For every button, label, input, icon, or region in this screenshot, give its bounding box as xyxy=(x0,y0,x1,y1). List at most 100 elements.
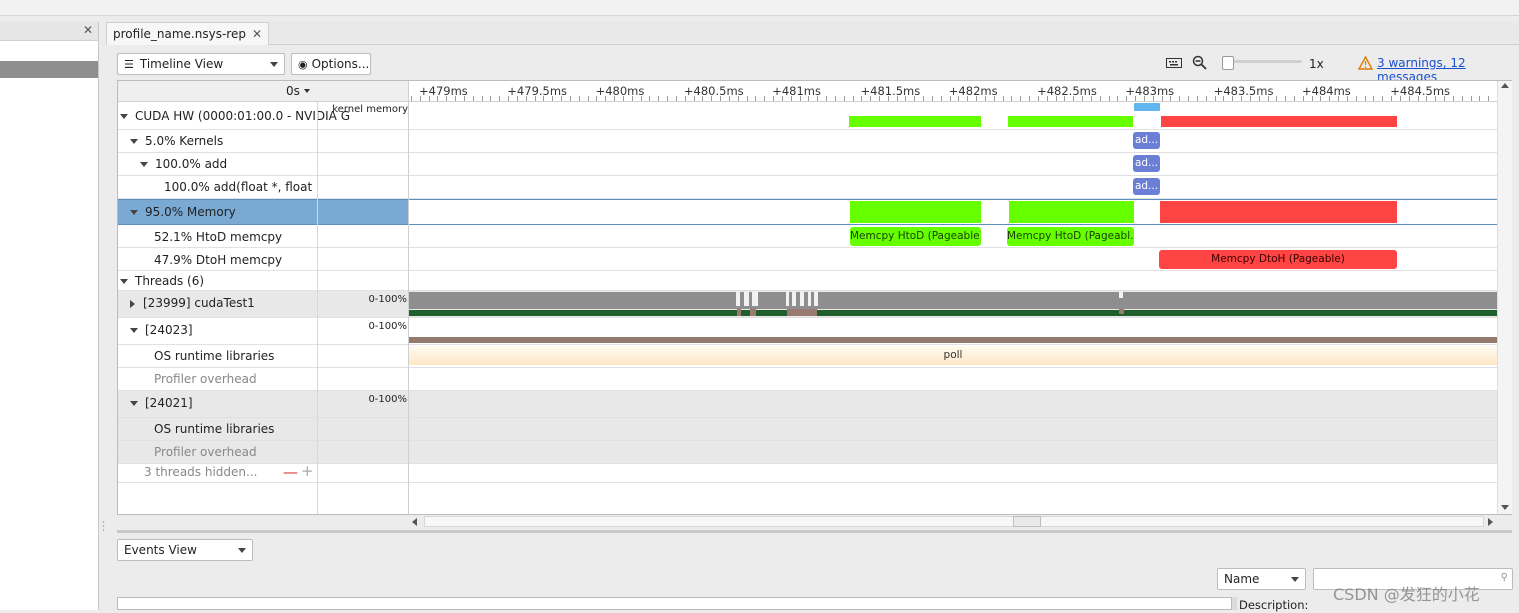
scroll-up-icon[interactable] xyxy=(1501,83,1509,88)
minus-icon[interactable]: — xyxy=(283,463,298,481)
row-label: [24021] xyxy=(145,396,193,410)
htod-activity-bar[interactable] xyxy=(1008,116,1133,127)
expand-icon[interactable] xyxy=(130,299,135,308)
row-hidden-threads[interactable]: 3 threads hidden... — + xyxy=(118,462,1498,483)
memory-htod-bar[interactable] xyxy=(1009,201,1134,223)
utilization-range: 0-100% xyxy=(368,294,407,305)
row-add-signature[interactable]: 100.0% add(float *, float *, flo xyxy=(118,176,1498,199)
dtoh-memcpy-chip[interactable]: Memcpy DtoH (Pageable) xyxy=(1159,250,1397,269)
menu-icon: ☰ xyxy=(124,58,134,71)
scroll-down-icon[interactable] xyxy=(1501,505,1509,510)
left-panel-selected-item[interactable] xyxy=(0,61,98,78)
expand-icon[interactable] xyxy=(120,279,128,284)
events-view-select[interactable]: Events View xyxy=(117,539,253,561)
events-table[interactable] xyxy=(117,597,1232,610)
plus-icon[interactable]: + xyxy=(301,462,314,480)
kernel-chip[interactable]: ad... xyxy=(1133,178,1160,195)
sort-select[interactable]: Name xyxy=(1217,568,1306,590)
chevron-down-icon xyxy=(1291,577,1299,582)
row-category-label: kernel memory xyxy=(332,104,408,115)
view-select-label: Timeline View xyxy=(139,57,224,71)
thread-cpu-usage-bar[interactable] xyxy=(409,292,1497,309)
ruler-tick-label: +483ms xyxy=(1125,84,1175,98)
horizontal-scrollbar[interactable] xyxy=(409,515,1497,528)
expand-icon[interactable] xyxy=(140,162,148,167)
keyboard-icon[interactable] xyxy=(1166,57,1182,72)
tab-profile[interactable]: profile_name.nsys-rep ✕ xyxy=(106,22,270,45)
zoom-slider-handle[interactable] xyxy=(1222,56,1234,70)
kernel-chip[interactable]: ad... xyxy=(1133,132,1160,149)
dtoh-activity-bar[interactable] xyxy=(1161,116,1397,127)
ruler-tick-label: +484ms xyxy=(1302,84,1351,98)
row-kernels[interactable]: 5.0% Kernels xyxy=(118,130,1498,153)
row-thread-24021[interactable]: [24021] 0-100% xyxy=(118,391,1498,418)
chevron-down-icon[interactable] xyxy=(304,89,310,93)
htod-activity-bar[interactable] xyxy=(849,116,981,127)
scroll-left-icon[interactable] xyxy=(412,518,417,526)
time-origin-label[interactable]: 0s xyxy=(286,84,300,98)
splitter-grip-icon xyxy=(102,521,105,531)
memory-dtoh-bar[interactable] xyxy=(1160,201,1397,223)
expand-icon[interactable] xyxy=(130,210,138,215)
thread-state-bar[interactable] xyxy=(409,310,1497,316)
row-label: 95.0% Memory xyxy=(145,205,236,219)
ruler-tick-label: +480ms xyxy=(595,84,645,98)
thread-state-bar[interactable] xyxy=(409,337,1497,343)
tab-title: profile_name.nsys-rep xyxy=(113,27,246,41)
sort-select-label: Name xyxy=(1224,572,1260,586)
events-view-label: Events View xyxy=(124,543,197,557)
expand-icon[interactable] xyxy=(120,114,128,119)
left-panel-header: ✕ xyxy=(0,22,98,41)
warning-icon xyxy=(1357,55,1374,73)
row-profiler-overhead-24021[interactable]: Profiler overhead xyxy=(118,441,1498,464)
utilization-range: 0-100% xyxy=(368,394,407,405)
row-label: OS runtime libraries xyxy=(154,422,275,436)
poll-call-bar[interactable]: poll xyxy=(409,346,1497,365)
expand-icon[interactable] xyxy=(130,139,138,144)
zoom-level: 1x xyxy=(1309,57,1324,71)
chevron-down-icon xyxy=(238,548,246,553)
zoom-out-icon[interactable] xyxy=(1192,55,1208,74)
row-label: Threads (6) xyxy=(135,274,205,288)
row-profiler-overhead-24023[interactable]: Profiler overhead xyxy=(118,368,1498,391)
row-label: Profiler overhead xyxy=(154,372,257,386)
options-button[interactable]: ◉ Options... xyxy=(291,53,371,75)
memory-htod-bar[interactable] xyxy=(850,201,981,223)
tab-bar xyxy=(106,22,1519,45)
row-label: OS runtime libraries xyxy=(154,349,275,363)
utilization-range: 0-100% xyxy=(368,321,407,332)
watermark: CSDN @发狂的小花 xyxy=(1333,585,1480,604)
htod-memcpy-chip[interactable]: Memcpy HtoD (Pageabl... xyxy=(1007,227,1134,246)
row-label: 3 threads hidden... xyxy=(144,465,258,479)
chevron-down-icon xyxy=(270,62,278,67)
timeline-name-header: 0s xyxy=(118,81,408,102)
expand-icon[interactable] xyxy=(130,401,138,406)
expand-icon[interactable] xyxy=(130,328,138,333)
row-label: 100.0% add xyxy=(155,157,228,171)
row-os-runtime-24021[interactable]: OS runtime libraries xyxy=(118,418,1498,441)
events-splitter[interactable] xyxy=(1232,597,1237,610)
timeline-events-splitter[interactable] xyxy=(117,530,1512,533)
kernel-activity-bar[interactable] xyxy=(1134,103,1160,111)
row-label: 47.9% DtoH memcpy xyxy=(154,253,283,267)
row-htod[interactable]: 52.1% HtoD memcpy xyxy=(118,225,1498,248)
left-side-panel: ✕ xyxy=(0,22,99,610)
zoom-slider[interactable] xyxy=(1218,55,1304,71)
tab-close-icon[interactable]: ✕ xyxy=(252,27,262,41)
row-threads[interactable]: Threads (6) xyxy=(118,271,1498,291)
row-label: Profiler overhead xyxy=(154,445,257,459)
view-select[interactable]: ☰ Timeline View xyxy=(117,53,285,75)
eye-icon: ◉ xyxy=(298,58,308,71)
row-add[interactable]: 100.0% add xyxy=(118,153,1498,176)
time-ruler[interactable]: +479ms +479.5ms +480ms +480.5ms +481ms +481.5… xyxy=(409,81,1497,102)
scroll-thumb[interactable] xyxy=(1013,516,1041,527)
ruler-tick-label: +481ms xyxy=(772,84,821,98)
panel-splitter[interactable] xyxy=(102,22,105,610)
row-label: 100.0% add(float *, float *, flo xyxy=(164,180,316,194)
vertical-scrollbar[interactable] xyxy=(1497,81,1512,514)
window-top-strip xyxy=(0,0,1519,16)
close-icon[interactable]: ✕ xyxy=(83,23,93,37)
scroll-right-icon[interactable] xyxy=(1488,518,1493,526)
kernel-chip[interactable]: ad... xyxy=(1133,155,1160,172)
htod-memcpy-chip[interactable]: Memcpy HtoD (Pageable) xyxy=(850,227,981,246)
